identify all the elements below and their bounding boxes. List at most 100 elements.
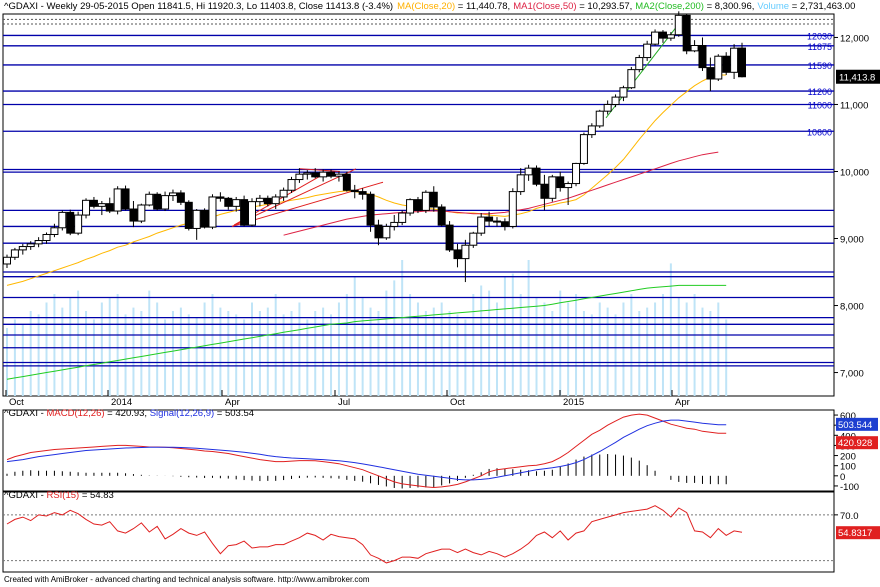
candle-body — [129, 208, 138, 222]
volume-bar — [590, 314, 593, 396]
candle-body — [413, 199, 422, 211]
x-axis-label: Apr — [225, 397, 240, 408]
candle-body — [34, 240, 43, 245]
rsi-value-text: 54.8317 — [838, 528, 872, 539]
candle-body — [319, 171, 328, 178]
volume-bar — [322, 307, 325, 396]
candle-body — [327, 171, 336, 177]
candle-body — [722, 55, 731, 73]
macd-value-text: 420.928 — [838, 438, 872, 449]
level-label: 10600 — [807, 127, 832, 137]
volume-bar — [725, 319, 728, 396]
candle-body — [651, 31, 660, 45]
x-axis-label: Oct — [9, 397, 24, 408]
candle-body — [3, 256, 11, 265]
candle-body — [334, 173, 343, 177]
candle-body — [516, 174, 525, 193]
macd-header-macd-value: = 420.93, — [105, 408, 150, 419]
macd-header: ^GDAXI - MACD(12,26) = 420.93, Signal(12… — [4, 408, 254, 419]
candle-body — [105, 203, 114, 212]
candle-body — [437, 206, 446, 226]
candle-body — [469, 232, 478, 246]
volume-bar — [203, 302, 206, 396]
volume-bar — [100, 302, 103, 396]
candle-body — [97, 203, 106, 207]
macd-y-tick-label: 0 — [840, 472, 845, 483]
candle-body — [540, 183, 549, 199]
x-axis-label: Jul — [338, 397, 350, 408]
candle-body — [587, 125, 596, 136]
volume-bar — [401, 260, 404, 396]
volume-bar — [409, 294, 412, 396]
rsi-header: ^GDAXI - RSI(15) = 54.83 — [4, 490, 114, 501]
level-label: 11590 — [808, 61, 832, 71]
level-label: 11200 — [808, 87, 832, 97]
volume-bar — [219, 307, 222, 396]
volume-bar — [77, 290, 80, 396]
volume-bar — [116, 294, 119, 396]
candle-body — [564, 183, 573, 189]
candle-body — [10, 249, 19, 258]
volume-bar — [440, 302, 443, 396]
macd-y-tick-label: -100 — [840, 482, 859, 493]
price-y-tick-label: 11,000 — [840, 100, 868, 111]
candle-body — [493, 220, 501, 223]
candle-body — [382, 225, 391, 239]
volume-bar — [164, 319, 167, 396]
volume-bar — [61, 307, 64, 396]
candle-body — [74, 214, 83, 234]
volume-bar — [337, 302, 340, 396]
volume-bar — [13, 319, 16, 396]
candle-body — [453, 249, 462, 260]
price-y-tick-label: 12,000 — [840, 33, 869, 44]
candle-body — [248, 201, 256, 226]
volume-bar — [37, 314, 40, 396]
candle-body — [208, 196, 217, 228]
candle-body — [366, 193, 375, 226]
candle-body — [572, 162, 581, 185]
candle-body — [232, 199, 241, 207]
volume-bar — [330, 314, 333, 396]
header-ma1-label: MA1(Close,50) — [513, 1, 576, 12]
candle-body — [145, 193, 154, 206]
rsi-header-value: = 54.83 — [79, 490, 114, 501]
price-y-tick-label: 10,000 — [840, 167, 869, 178]
candle-body — [619, 87, 628, 98]
level-label: 11000 — [808, 100, 832, 110]
candle-body — [121, 188, 130, 210]
header-volume-label: Volume — [757, 1, 789, 12]
candle-body — [303, 172, 312, 175]
candle-body — [690, 44, 699, 52]
candle-body — [374, 224, 383, 239]
volume-bar — [717, 302, 720, 396]
candle-body — [82, 199, 91, 216]
candle-body — [42, 233, 51, 242]
volume-bar — [179, 307, 182, 396]
volume-bar — [646, 307, 649, 396]
candle-body — [500, 221, 509, 227]
volume-bar — [472, 294, 475, 396]
volume-bar — [464, 319, 467, 396]
candle-body — [658, 31, 667, 39]
volume-bar — [701, 307, 704, 396]
volume-bar — [45, 302, 48, 396]
volume-bar — [53, 294, 56, 396]
candle-body — [255, 197, 264, 203]
candle-body — [477, 216, 486, 234]
candle-body — [556, 176, 565, 189]
x-axis-label: Apr — [675, 397, 690, 408]
candle-body — [390, 221, 399, 227]
candle-body — [50, 227, 59, 235]
candle-body — [698, 44, 707, 69]
candle-body — [682, 14, 691, 52]
volume-bar — [606, 307, 609, 396]
candle-body — [200, 209, 209, 228]
candle-body — [311, 172, 320, 178]
volume-bar — [92, 319, 95, 396]
volume-bar — [353, 277, 356, 396]
header-ma-value: = 11,440.78, — [455, 1, 510, 12]
volume-bar — [567, 302, 570, 396]
candle-body — [595, 110, 604, 127]
volume-bar — [251, 302, 253, 396]
candle-body — [216, 196, 225, 199]
